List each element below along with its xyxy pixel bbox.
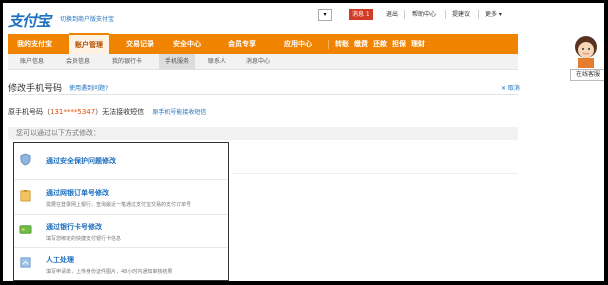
method-title[interactable]: 通过网银订单号修改 <box>46 188 109 198</box>
method-desc: 填写您绑定的快捷支付银行卡信息 <box>46 236 122 242</box>
nav-app-center[interactable]: 应用中心 <box>284 34 312 54</box>
shield-icon <box>20 153 31 166</box>
account-dropdown[interactable]: ▾ <box>318 9 332 21</box>
feedback-link[interactable]: 提建议 <box>452 9 470 20</box>
document-icon <box>20 257 31 268</box>
subnav-member-info[interactable]: 会员信息 <box>66 54 90 69</box>
phone-can-receive-link[interactable]: 原手机号能接收短信 <box>152 109 206 116</box>
divider <box>445 10 446 19</box>
method-bank-order[interactable]: 通过网银订单号修改 需要在登录网上银行，查询最近一笔通过支付宝交易的支付订单号 <box>14 181 228 214</box>
logout-link[interactable]: 退出 <box>386 9 398 20</box>
divider <box>404 10 405 19</box>
nav-member[interactable]: 会员专享 <box>228 34 256 54</box>
method-security-question[interactable]: 通过安全保护问题修改 <box>14 145 228 178</box>
nav-security-center[interactable]: 安全中心 <box>173 34 201 54</box>
cancel-link[interactable]: ✕ 取消 <box>501 83 520 92</box>
nav-transfer[interactable]: 转账 <box>335 34 349 54</box>
nav-repayment[interactable]: 还款 <box>373 34 387 54</box>
methods-panel: 通过安全保护问题修改 通过网银订单号修改 需要在登录网上银行，查询最近一笔通过支… <box>13 142 229 281</box>
message-badge[interactable]: 消息 1 <box>349 9 373 20</box>
method-bank-card[interactable]: 通过银行卡号修改 填写您绑定的快捷支付银行卡信息 <box>14 215 228 248</box>
methods-header: 您可以通过以下方式修改： <box>8 127 518 140</box>
subnav-account-info[interactable]: 账户信息 <box>20 54 44 69</box>
switch-merchant-link[interactable]: 切换到商户版支付宝 <box>60 14 114 23</box>
alipay-logo[interactable]: 支付宝 <box>8 10 56 30</box>
method-title[interactable]: 通过安全保护问题修改 <box>46 156 116 166</box>
method-manual[interactable]: 人工处理 填写申请单，上传身份证件图片，48小时内通知审核结果 <box>14 248 228 281</box>
nav-pay-bills[interactable]: 缴费 <box>354 34 368 54</box>
divider <box>328 40 329 49</box>
subnav-bank-cards[interactable]: 我的银行卡 <box>112 54 142 69</box>
help-link[interactable]: 使用遇到问题? <box>69 83 108 92</box>
more-menu[interactable]: 更多 ▾ <box>485 9 502 20</box>
nav-finance[interactable]: 理财 <box>411 34 425 54</box>
help-center-link[interactable]: 帮助中心 <box>412 9 436 20</box>
browser-frame: 支付宝 切换到商户版支付宝 ▾ 消息 1 退出 帮助中心 提建议 更多 ▾ 我的… <box>3 3 604 281</box>
method-desc: 需要在登录网上银行，查询最近一笔通过支付宝交易的支付订单号 <box>46 202 192 208</box>
card-icon <box>19 225 32 234</box>
divider <box>14 179 228 180</box>
method-desc: 填写申请单，上传身份证件图片，48小时内通知审核结果 <box>46 269 173 275</box>
nav-my-alipay[interactable]: 我的支付宝 <box>17 34 52 54</box>
nav-escrow[interactable]: 担保 <box>392 34 406 54</box>
divider <box>8 94 518 95</box>
nav-account-management[interactable]: 账户管理 <box>69 33 109 56</box>
phone-status-line: 原手机号码（131****5347）无法接收短信 原手机号能接收短信 <box>8 107 206 117</box>
phone-prefix: 原手机号码（ <box>8 108 50 116</box>
phone-number: 131****5347 <box>50 108 96 116</box>
subnav-mobile-service[interactable]: 手机服务 <box>159 54 196 69</box>
method-title[interactable]: 人工处理 <box>46 255 74 265</box>
main-nav: 我的支付宝 账户管理 交易记录 安全中心 会员专享 应用中心 转账 缴费 还款 … <box>8 33 518 56</box>
divider <box>233 173 518 174</box>
sub-nav: 账户信息 会员信息 我的银行卡 手机服务 联系人 消息中心 <box>8 54 518 70</box>
online-service-button[interactable]: 在线客服 <box>570 69 604 81</box>
page-title: 修改手机号码 <box>8 84 63 94</box>
nav-transactions[interactable]: 交易记录 <box>126 34 154 54</box>
method-title[interactable]: 通过银行卡号修改 <box>46 222 102 232</box>
phone-suffix: ）无法接收短信 <box>95 108 145 116</box>
methods-header-label: 您可以通过以下方式修改： <box>16 129 100 137</box>
divider <box>478 10 479 19</box>
clipboard-icon <box>20 189 31 202</box>
subnav-contacts[interactable]: 联系人 <box>208 54 226 69</box>
subnav-message-center[interactable]: 消息中心 <box>246 54 270 69</box>
